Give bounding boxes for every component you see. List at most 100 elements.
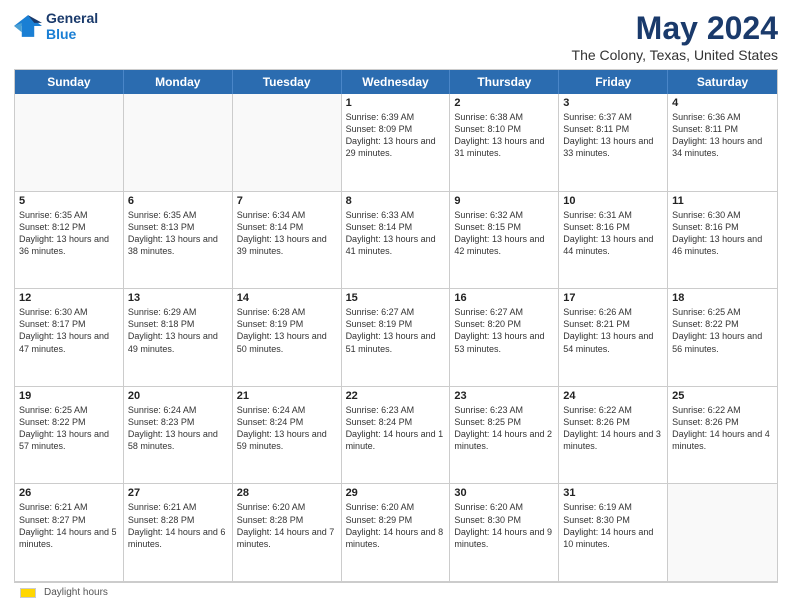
calendar-row-3: 19 Sunrise: 6:25 AM Sunset: 8:22 PM Dayli… [15,387,777,485]
cell-info: Sunrise: 6:21 AM Sunset: 8:28 PM Dayligh… [128,501,228,550]
calendar-header: SundayMondayTuesdayWednesdayThursdayFrid… [15,70,777,94]
day-cell-23: 23 Sunrise: 6:23 AM Sunset: 8:25 PM Dayli… [450,387,559,484]
cell-info: Sunrise: 6:21 AM Sunset: 8:27 PM Dayligh… [19,501,119,550]
cell-info: Sunrise: 6:35 AM Sunset: 8:13 PM Dayligh… [128,209,228,258]
day-number: 15 [346,292,446,304]
calendar-row-4: 26 Sunrise: 6:21 AM Sunset: 8:27 PM Dayli… [15,484,777,581]
day-number: 18 [672,292,773,304]
day-number: 21 [237,390,337,402]
day-cell-17: 17 Sunrise: 6:26 AM Sunset: 8:21 PM Dayli… [559,289,668,386]
page: General Blue May 2024 The Colony, Texas,… [0,0,792,612]
day-cell-22: 22 Sunrise: 6:23 AM Sunset: 8:24 PM Dayli… [342,387,451,484]
calendar: SundayMondayTuesdayWednesdayThursdayFrid… [14,69,778,582]
day-number: 20 [128,390,228,402]
cell-info: Sunrise: 6:33 AM Sunset: 8:14 PM Dayligh… [346,209,446,258]
logo: General Blue [14,10,98,42]
day-cell-6: 6Sunrise: 6:35 AM Sunset: 8:13 PM Daylig… [124,192,233,289]
header-day-wednesday: Wednesday [342,70,451,94]
day-number: 7 [237,195,337,207]
day-number: 22 [346,390,446,402]
day-number: 8 [346,195,446,207]
day-number: 24 [563,390,663,402]
day-number: 12 [19,292,119,304]
cell-info: Sunrise: 6:39 AM Sunset: 8:09 PM Dayligh… [346,111,446,160]
cell-info: Sunrise: 6:26 AM Sunset: 8:21 PM Dayligh… [563,306,663,355]
day-cell-7: 7 Sunrise: 6:34 AM Sunset: 8:14 PM Daylig… [233,192,342,289]
cell-info: Sunrise: 6:23 AM Sunset: 8:25 PM Dayligh… [454,404,554,453]
cell-info: Sunrise: 6:20 AM Sunset: 8:29 PM Dayligh… [346,501,446,550]
day-number: 4 [672,97,773,109]
subtitle: The Colony, Texas, United States [572,47,778,63]
day-cell-14: 14 Sunrise: 6:28 AM Sunset: 8:19 PM Dayli… [233,289,342,386]
day-cell-8: 8 Sunrise: 6:33 AM Sunset: 8:14 PM Daylig… [342,192,451,289]
day-number: 25 [672,390,773,402]
cell-info: Sunrise: 6:29 AM Sunset: 8:18 PM Dayligh… [128,306,228,355]
day-number: 3 [563,97,663,109]
day-number: 23 [454,390,554,402]
cell-info: Sunrise: 6:22 AM Sunset: 8:26 PM Dayligh… [672,404,773,453]
day-cell-29: 29 Sunrise: 6:20 AM Sunset: 8:29 PM Dayli… [342,484,451,581]
header-day-tuesday: Tuesday [233,70,342,94]
day-number: 31 [563,487,663,499]
day-cell-empty-0-0 [15,94,124,191]
day-cell-11: 11Sunrise: 6:30 AM Sunset: 8:16 PM Dayli… [668,192,777,289]
day-number: 10 [563,195,663,207]
day-cell-21: 21 Sunrise: 6:24 AM Sunset: 8:24 PM Dayli… [233,387,342,484]
day-number: 30 [454,487,554,499]
day-number: 11 [672,195,773,207]
cell-info: Sunrise: 6:36 AM Sunset: 8:11 PM Dayligh… [672,111,773,160]
day-cell-13: 13 Sunrise: 6:29 AM Sunset: 8:18 PM Dayli… [124,289,233,386]
day-cell-3: 3 Sunrise: 6:37 AM Sunset: 8:11 PM Daylig… [559,94,668,191]
footer-bar: Daylight hours [14,582,778,602]
day-number: 2 [454,97,554,109]
cell-info: Sunrise: 6:37 AM Sunset: 8:11 PM Dayligh… [563,111,663,160]
day-cell-30: 30 Sunrise: 6:20 AM Sunset: 8:30 PM Dayli… [450,484,559,581]
cell-info: Sunrise: 6:31 AM Sunset: 8:16 PM Dayligh… [563,209,663,258]
main-title: May 2024 [572,10,778,47]
day-cell-19: 19 Sunrise: 6:25 AM Sunset: 8:22 PM Dayli… [15,387,124,484]
cell-info: Sunrise: 6:24 AM Sunset: 8:24 PM Dayligh… [237,404,337,453]
day-number: 27 [128,487,228,499]
cell-info: Sunrise: 6:32 AM Sunset: 8:15 PM Dayligh… [454,209,554,258]
day-number: 14 [237,292,337,304]
day-cell-empty-4-6 [668,484,777,581]
day-cell-27: 27 Sunrise: 6:21 AM Sunset: 8:28 PM Dayli… [124,484,233,581]
day-number: 5 [19,195,119,207]
day-cell-10: 10 Sunrise: 6:31 AM Sunset: 8:16 PM Dayli… [559,192,668,289]
calendar-row-1: 5Sunrise: 6:35 AM Sunset: 8:12 PM Daylig… [15,192,777,290]
day-number: 17 [563,292,663,304]
cell-info: Sunrise: 6:34 AM Sunset: 8:14 PM Dayligh… [237,209,337,258]
day-cell-1: 1 Sunrise: 6:39 AM Sunset: 8:09 PM Daylig… [342,94,451,191]
header-day-friday: Friday [559,70,668,94]
cell-info: Sunrise: 6:22 AM Sunset: 8:26 PM Dayligh… [563,404,663,453]
day-cell-2: 2Sunrise: 6:38 AM Sunset: 8:10 PM Daylig… [450,94,559,191]
day-number: 13 [128,292,228,304]
day-number: 26 [19,487,119,499]
day-number: 16 [454,292,554,304]
day-number: 1 [346,97,446,109]
cell-info: Sunrise: 6:28 AM Sunset: 8:19 PM Dayligh… [237,306,337,355]
cell-info: Sunrise: 6:19 AM Sunset: 8:30 PM Dayligh… [563,501,663,550]
calendar-body: 1 Sunrise: 6:39 AM Sunset: 8:09 PM Daylig… [15,94,777,581]
cell-info: Sunrise: 6:20 AM Sunset: 8:30 PM Dayligh… [454,501,554,550]
day-cell-empty-0-1 [124,94,233,191]
day-number: 29 [346,487,446,499]
logo-icon [14,12,42,40]
header-day-thursday: Thursday [450,70,559,94]
cell-info: Sunrise: 6:25 AM Sunset: 8:22 PM Dayligh… [19,404,119,453]
day-cell-5: 5Sunrise: 6:35 AM Sunset: 8:12 PM Daylig… [15,192,124,289]
title-block: May 2024 The Colony, Texas, United State… [572,10,778,63]
day-cell-25: 25 Sunrise: 6:22 AM Sunset: 8:26 PM Dayli… [668,387,777,484]
day-cell-16: 16 Sunrise: 6:27 AM Sunset: 8:20 PM Dayli… [450,289,559,386]
day-number: 28 [237,487,337,499]
day-cell-empty-0-2 [233,94,342,191]
cell-info: Sunrise: 6:23 AM Sunset: 8:24 PM Dayligh… [346,404,446,453]
calendar-row-2: 12 Sunrise: 6:30 AM Sunset: 8:17 PM Dayli… [15,289,777,387]
cell-info: Sunrise: 6:30 AM Sunset: 8:17 PM Dayligh… [19,306,119,355]
day-number: 19 [19,390,119,402]
cell-info: Sunrise: 6:27 AM Sunset: 8:19 PM Dayligh… [346,306,446,355]
cell-info: Sunrise: 6:24 AM Sunset: 8:23 PM Dayligh… [128,404,228,453]
day-cell-26: 26 Sunrise: 6:21 AM Sunset: 8:27 PM Dayli… [15,484,124,581]
daylight-swatch [20,588,36,598]
cell-info: Sunrise: 6:27 AM Sunset: 8:20 PM Dayligh… [454,306,554,355]
